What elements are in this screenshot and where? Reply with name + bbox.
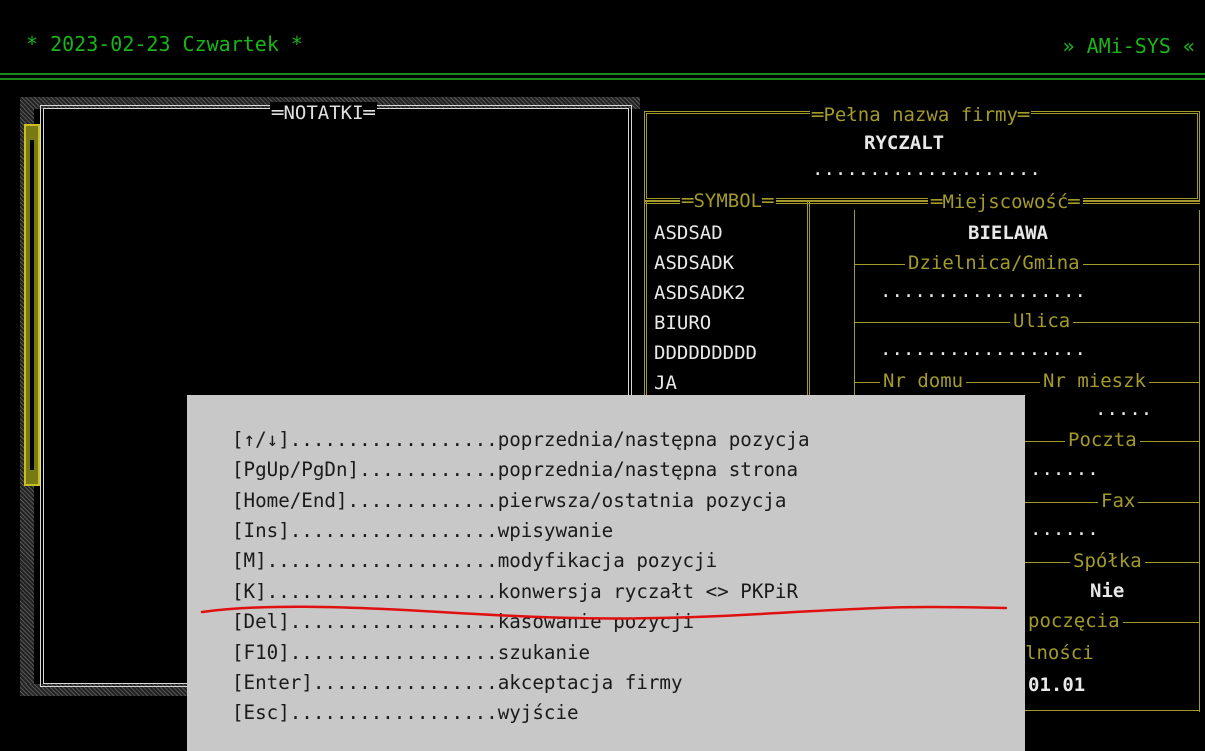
notes-scrollbar-track (30, 140, 34, 470)
help-line-modify: [M]....................modyfikacja pozyc… (232, 549, 718, 572)
help-line-home-end: [Home/End].............pierwsza/ostatnia… (232, 489, 787, 512)
app-name: » AMi-SYS « (1062, 34, 1195, 58)
symbol-list-item[interactable]: BIURO (654, 312, 711, 334)
help-line-search: [F10]..................szukanie (232, 641, 591, 664)
red-underline-annotation (200, 605, 1008, 620)
symbol-list-item[interactable]: DDDDDDDDD (654, 342, 757, 364)
help-line-navigate: [↑/↓]..................poprzednia/następ… (232, 428, 810, 451)
help-line-insert: [Ins]..................wpisywanie (232, 519, 614, 542)
poczta-label: Poczta (1065, 429, 1140, 451)
rozpoczecia-label: poczęcia (1025, 610, 1123, 632)
ulica-value: .................. (880, 338, 1086, 360)
nr-mieszk-value: ..... (1095, 398, 1153, 420)
fax-value: ...... (1030, 518, 1099, 540)
nr-mieszk-label: Nr mieszk (1040, 370, 1149, 392)
miejscowosc-label: ═Miejscowość═ (928, 191, 1083, 213)
symbol-list-item[interactable]: JA (654, 372, 677, 394)
help-line-page: [PgUp/PgDn]............poprzednia/następ… (232, 458, 799, 481)
spolka-label: Spółka (1070, 550, 1145, 572)
symbol-title: ═SYMBOL═ (680, 190, 776, 212)
ulica-label: Ulica (1010, 310, 1074, 332)
poczta-value: ...... (1030, 458, 1099, 480)
fax-label: Fax (1098, 490, 1139, 512)
notes-title: ═NOTATKI═ (270, 102, 377, 124)
date-header: * 2023-02-23 Czwartek * (26, 32, 303, 56)
symbol-list-item[interactable]: ASDSADK2 (654, 282, 746, 304)
help-line-exit: [Esc]..................wyjście (232, 701, 579, 724)
symbol-list-item[interactable]: ASDSAD (654, 222, 723, 244)
miejscowosc-value: BIELAWA (968, 222, 1049, 244)
help-line-accept: [Enter]................akceptacja firmy (232, 671, 683, 694)
spolka-value: Nie (1090, 580, 1125, 602)
divider (1025, 710, 1200, 711)
dzielnica-value: .................. (880, 280, 1086, 302)
header-divider (0, 73, 1205, 80)
firm-name-dots: .................... (812, 158, 1041, 180)
firm-name-value: RYCZALT (864, 132, 945, 154)
nr-domu-label: Nr domu (880, 370, 967, 392)
dzielnica-label: Dzielnica/Gmina (905, 252, 1083, 274)
symbol-list-item[interactable]: ASDSADK (654, 252, 734, 274)
firm-name-title: ═Pełna nazwa firmy═ (810, 104, 1032, 126)
date-value: 01.01 (1028, 674, 1086, 696)
dzialalnosci-label: lności (1025, 642, 1094, 664)
